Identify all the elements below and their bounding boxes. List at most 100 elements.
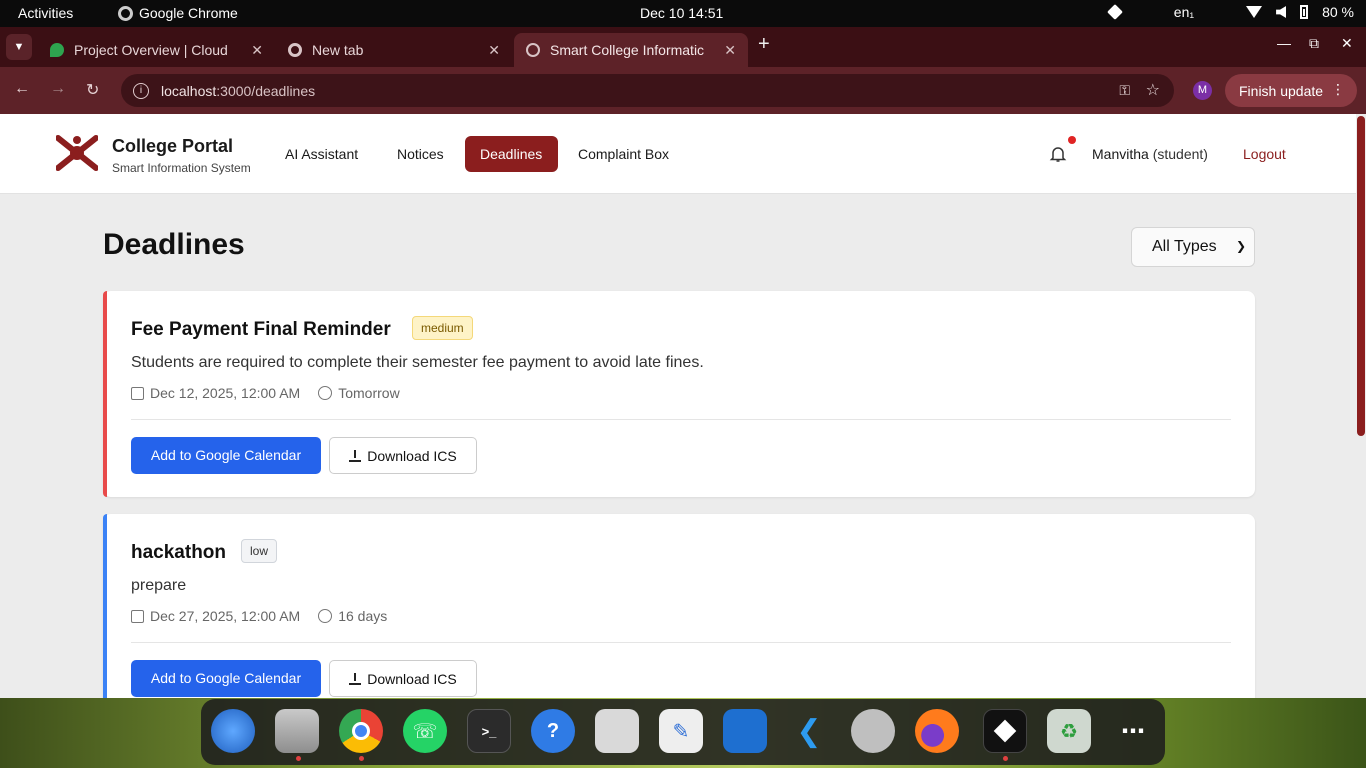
user-name: Manvitha	[1092, 146, 1149, 162]
deadline-date: Dec 27, 2025, 12:00 AM	[150, 608, 301, 624]
download-ics-button[interactable]: Download ICS	[329, 437, 477, 474]
logout-link[interactable]: Logout	[1243, 146, 1286, 162]
download-ics-label: Download ICS	[367, 447, 457, 464]
bookmark-star-icon[interactable]: ☆	[1146, 80, 1160, 100]
key-icon[interactable]: ⚿	[1119, 82, 1130, 99]
card-accent-bar	[103, 514, 107, 698]
priority-badge: medium	[412, 316, 473, 340]
new-tab-plus-icon[interactable]: +	[758, 33, 770, 56]
browser-tab-strip: ▼ Project Overview | Cloud ✕ New tab ✕ S…	[0, 27, 1366, 67]
firefox-icon[interactable]	[915, 709, 959, 753]
add-to-google-calendar-button[interactable]: Add to Google Calendar	[131, 660, 321, 697]
deadline-meta: Dec 12, 2025, 12:00 AM Tomorrow	[131, 385, 400, 401]
download-icon	[349, 672, 362, 685]
page-title: Deadlines	[103, 228, 245, 261]
tab-title: Project Overview | Cloud	[74, 42, 228, 58]
brand-title[interactable]: College Portal	[112, 136, 233, 157]
user-role: (student)	[1152, 146, 1208, 162]
minimize-icon[interactable]: —	[1277, 35, 1291, 51]
trash-icon[interactable]: ♻	[1047, 709, 1091, 753]
app-grid-icon[interactable]: ⋯	[1111, 709, 1155, 753]
settings-icon[interactable]	[851, 709, 895, 753]
scrollbar-thumb[interactable]	[1357, 116, 1365, 436]
clock[interactable]: Dec 10 14:51	[640, 5, 723, 21]
profile-avatar[interactable]: M	[1193, 81, 1212, 100]
app-name: Google Chrome	[139, 5, 238, 21]
restore-icon[interactable]: ⧉	[1309, 35, 1319, 52]
type-filter-select[interactable]: All Types ❯	[1131, 227, 1255, 267]
window-close-icon[interactable]: ✕	[1341, 35, 1353, 52]
reload-icon[interactable]: ↻	[86, 80, 99, 100]
nav-complaint-box[interactable]: Complaint Box	[563, 136, 684, 172]
brand-subtitle: Smart Information System	[112, 161, 251, 175]
running-indicator	[359, 756, 364, 761]
nav-notices[interactable]: Notices	[382, 136, 459, 172]
forward-arrow-icon[interactable]: →	[50, 80, 66, 98]
bell-icon[interactable]	[1049, 145, 1067, 163]
download-ics-button[interactable]: Download ICS	[329, 660, 477, 697]
calendar-icon	[131, 386, 144, 400]
clock-icon	[318, 609, 333, 623]
app-header: College Portal Smart Information System …	[0, 114, 1356, 194]
url-host: localhost	[161, 82, 217, 99]
screenshot-icon[interactable]	[595, 709, 639, 753]
more-vert-icon[interactable]: ⋮	[1331, 81, 1345, 98]
chrome-icon[interactable]	[339, 709, 383, 753]
site-info-icon[interactable]: i	[133, 82, 149, 99]
close-icon[interactable]: ✕	[488, 42, 500, 59]
page-scrollbar[interactable]	[1356, 114, 1366, 698]
deadline-card: Fee Payment Final Reminder medium Studen…	[103, 291, 1255, 497]
deadline-relative: 16 days	[338, 608, 388, 624]
terminal-icon[interactable]: >_	[467, 709, 511, 753]
text-editor-icon[interactable]: ✎	[659, 709, 703, 753]
input-language[interactable]: en₁	[1174, 4, 1194, 20]
vscode-icon[interactable]: ❮	[787, 709, 831, 753]
notification-dot	[1068, 136, 1076, 144]
activities-button[interactable]: Activities	[18, 5, 73, 21]
tab-project-overview[interactable]: Project Overview | Cloud ✕	[38, 33, 275, 67]
app-cube-icon[interactable]	[983, 709, 1027, 753]
system-tray[interactable]: en₁ 80 %	[1106, 4, 1354, 20]
battery-percent: 80 %	[1322, 4, 1354, 20]
calendar-icon	[131, 609, 144, 623]
tab-smart-college[interactable]: Smart College Informatic ✕	[514, 33, 748, 67]
deadline-description: Students are required to complete their …	[131, 354, 704, 371]
add-to-google-calendar-button[interactable]: Add to Google Calendar	[131, 437, 321, 474]
thunderbird-icon[interactable]	[211, 709, 255, 753]
page-viewport: College Portal Smart Information System …	[0, 114, 1366, 698]
card-divider	[131, 642, 1231, 643]
files-icon[interactable]	[275, 709, 319, 753]
deadline-title: hackathon	[131, 542, 227, 563]
finish-update-button[interactable]: Finish update ⋮	[1225, 74, 1357, 107]
tab-title: Smart College Informatic	[550, 42, 705, 58]
writer-icon[interactable]	[723, 709, 767, 753]
chrome-icon	[288, 43, 302, 57]
help-icon[interactable]: ?	[531, 709, 575, 753]
close-icon[interactable]: ✕	[251, 42, 263, 59]
app-indicator-icon[interactable]	[1106, 4, 1123, 20]
nav-deadlines[interactable]: Deadlines	[465, 136, 558, 172]
tab-search-chevron-down-icon[interactable]: ▼	[6, 34, 32, 60]
app-menu[interactable]: Google Chrome	[118, 5, 238, 21]
address-bar[interactable]: i localhost:3000/deadlines ⚿ ☆	[121, 74, 1174, 107]
back-arrow-icon[interactable]: ←	[14, 80, 30, 98]
system-top-bar: Activities Google Chrome Dec 10 14:51 en…	[0, 0, 1366, 27]
deadline-description: prepare	[131, 577, 187, 594]
volume-icon[interactable]	[1276, 6, 1287, 18]
dock: ☏ >_ ? ✎ ❮ ♻ ⋯	[201, 699, 1165, 765]
card-divider	[131, 419, 1231, 420]
nav-ai-assistant[interactable]: AI Assistant	[270, 136, 373, 172]
deadline-relative: Tomorrow	[338, 385, 400, 401]
deadline-date: Dec 12, 2025, 12:00 AM	[150, 385, 301, 401]
close-icon[interactable]: ✕	[724, 42, 736, 59]
card-accent-bar	[103, 291, 107, 497]
finish-update-label: Finish update	[1239, 82, 1324, 99]
user-info: Manvitha (student)	[1092, 146, 1208, 162]
battery-icon[interactable]	[1300, 5, 1309, 19]
whatsapp-icon[interactable]: ☏	[403, 709, 447, 753]
globe-icon	[526, 43, 540, 57]
deadline-title: Fee Payment Final Reminder	[131, 319, 391, 340]
wifi-icon[interactable]	[1246, 6, 1263, 18]
tab-new-tab[interactable]: New tab ✕	[276, 33, 512, 67]
clock-icon	[318, 386, 333, 400]
